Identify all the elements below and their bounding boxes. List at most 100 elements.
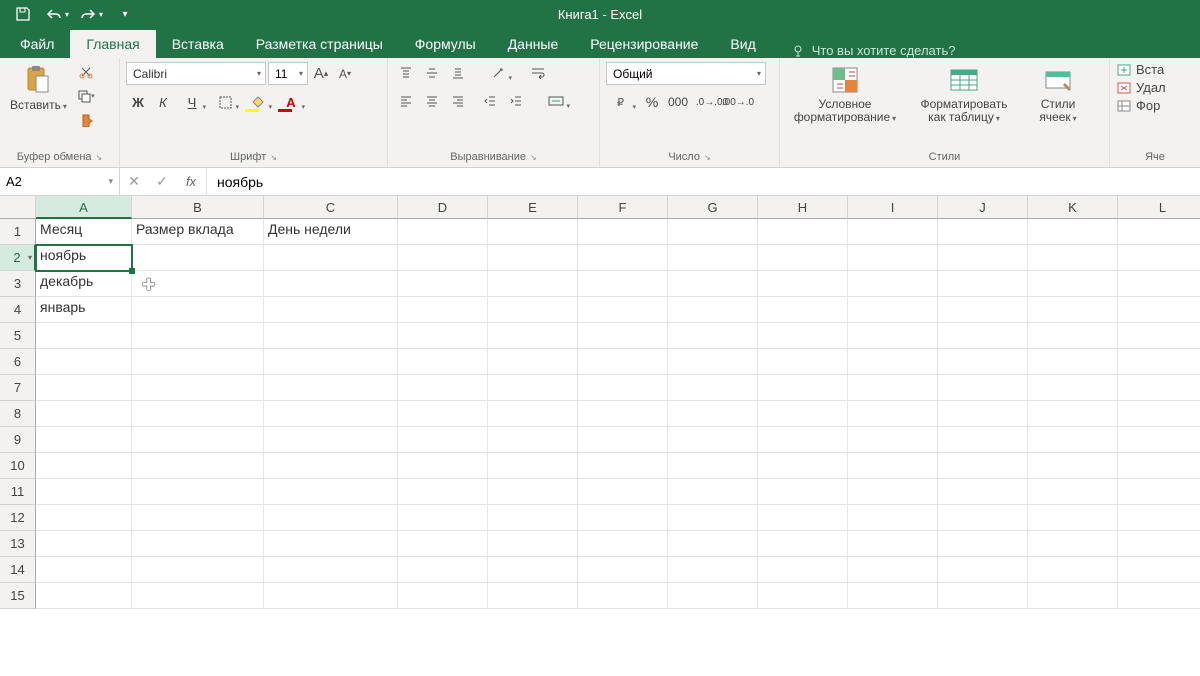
cell[interactable] [132, 583, 264, 609]
cell[interactable] [132, 531, 264, 557]
cell[interactable] [578, 245, 668, 271]
cell[interactable] [488, 401, 578, 427]
column-header[interactable]: C [264, 196, 398, 219]
cell[interactable] [938, 323, 1028, 349]
underline-button[interactable]: Ч [176, 91, 208, 113]
insert-cells-button[interactable]: Вста [1116, 62, 1166, 77]
align-center-button[interactable] [420, 90, 444, 112]
cell[interactable] [398, 479, 488, 505]
decrease-font-button[interactable]: A▾ [334, 62, 356, 85]
bold-button[interactable]: Ж [126, 91, 150, 113]
cell[interactable] [398, 219, 488, 245]
cell[interactable]: ноябрь [36, 245, 132, 271]
column-header[interactable]: J [938, 196, 1028, 219]
cell[interactable] [668, 583, 758, 609]
cell[interactable]: Размер вклада [132, 219, 264, 245]
cell[interactable] [1118, 375, 1200, 401]
row-header[interactable]: 9 [0, 427, 36, 453]
cell[interactable] [1028, 375, 1118, 401]
cell[interactable] [938, 401, 1028, 427]
cell[interactable] [488, 375, 578, 401]
select-all-corner[interactable] [0, 196, 36, 219]
cell[interactable] [398, 505, 488, 531]
cell[interactable] [1028, 531, 1118, 557]
column-header[interactable]: G [668, 196, 758, 219]
cell[interactable] [668, 453, 758, 479]
cell[interactable] [848, 271, 938, 297]
cell[interactable] [398, 583, 488, 609]
cell[interactable] [264, 531, 398, 557]
copy-button[interactable]: ▾ [75, 86, 97, 106]
cell[interactable] [264, 323, 398, 349]
spreadsheet-grid[interactable]: ABCDEFGHIJKL 123456789101112131415 Месяц… [0, 196, 1200, 676]
cell[interactable] [1028, 505, 1118, 531]
row-header[interactable]: 6 [0, 349, 36, 375]
format-cells-button[interactable]: Фор [1116, 98, 1166, 113]
cell[interactable] [132, 375, 264, 401]
fill-handle[interactable] [129, 268, 135, 274]
ribbon-tab-6[interactable]: Рецензирование [574, 30, 714, 58]
column-header[interactable]: K [1028, 196, 1118, 219]
cell[interactable] [938, 245, 1028, 271]
cell[interactable] [668, 505, 758, 531]
cell[interactable] [36, 323, 132, 349]
ribbon-tab-4[interactable]: Формулы [399, 30, 492, 58]
cell[interactable] [132, 245, 264, 271]
cell[interactable] [36, 375, 132, 401]
cell[interactable]: День недели [264, 219, 398, 245]
cell[interactable] [668, 349, 758, 375]
paste-button[interactable]: Вставить [6, 62, 71, 114]
cell[interactable] [758, 323, 848, 349]
cell[interactable]: декабрь [36, 271, 132, 297]
cell[interactable] [578, 401, 668, 427]
cell[interactable] [488, 427, 578, 453]
cell[interactable] [264, 349, 398, 375]
format-painter-button[interactable] [75, 110, 97, 130]
decrease-indent-button[interactable] [478, 90, 502, 112]
cell[interactable] [938, 479, 1028, 505]
cell[interactable] [264, 427, 398, 453]
cell[interactable] [1028, 271, 1118, 297]
align-dialog-launcher[interactable]: ↘ [530, 153, 537, 162]
orientation-button[interactable] [482, 62, 514, 84]
cell[interactable] [1118, 531, 1200, 557]
increase-decimal-button[interactable]: .0→.00 [700, 91, 724, 113]
row-header[interactable]: 5 [0, 323, 36, 349]
cell[interactable] [1028, 401, 1118, 427]
decrease-decimal-button[interactable]: .00→.0 [726, 91, 750, 113]
cell[interactable] [758, 505, 848, 531]
cell[interactable] [578, 349, 668, 375]
cell[interactable] [132, 453, 264, 479]
redo-button[interactable]: ▾ [76, 2, 106, 26]
cell[interactable]: январь [36, 297, 132, 323]
increase-font-button[interactable]: A▴ [310, 62, 332, 85]
cell[interactable] [1028, 349, 1118, 375]
ribbon-tab-7[interactable]: Вид [714, 30, 771, 58]
cell[interactable] [1028, 427, 1118, 453]
ribbon-tab-0[interactable]: Файл [4, 30, 70, 58]
column-header[interactable]: I [848, 196, 938, 219]
font-dialog-launcher[interactable]: ↘ [270, 153, 277, 162]
cell[interactable] [264, 245, 398, 271]
column-header[interactable]: L [1118, 196, 1200, 219]
ribbon-tab-5[interactable]: Данные [492, 30, 575, 58]
cell[interactable] [758, 427, 848, 453]
align-middle-button[interactable] [420, 62, 444, 84]
row-header[interactable]: 15 [0, 583, 36, 609]
cell[interactable] [938, 583, 1028, 609]
cell[interactable] [668, 271, 758, 297]
formula-cancel-button[interactable]: ✕ [120, 173, 148, 190]
cell[interactable] [578, 505, 668, 531]
cell[interactable] [398, 271, 488, 297]
cell[interactable] [848, 323, 938, 349]
cell[interactable] [398, 531, 488, 557]
ribbon-tab-1[interactable]: Главная [70, 30, 155, 58]
cell[interactable] [578, 479, 668, 505]
number-format-select[interactable]: Общий [606, 62, 766, 85]
borders-button[interactable] [209, 91, 241, 113]
comma-style-button[interactable]: 000 [666, 91, 690, 113]
undo-button[interactable]: ▾ [42, 2, 72, 26]
delete-cells-button[interactable]: Удал [1116, 80, 1166, 95]
cell[interactable] [758, 583, 848, 609]
cell[interactable] [132, 401, 264, 427]
